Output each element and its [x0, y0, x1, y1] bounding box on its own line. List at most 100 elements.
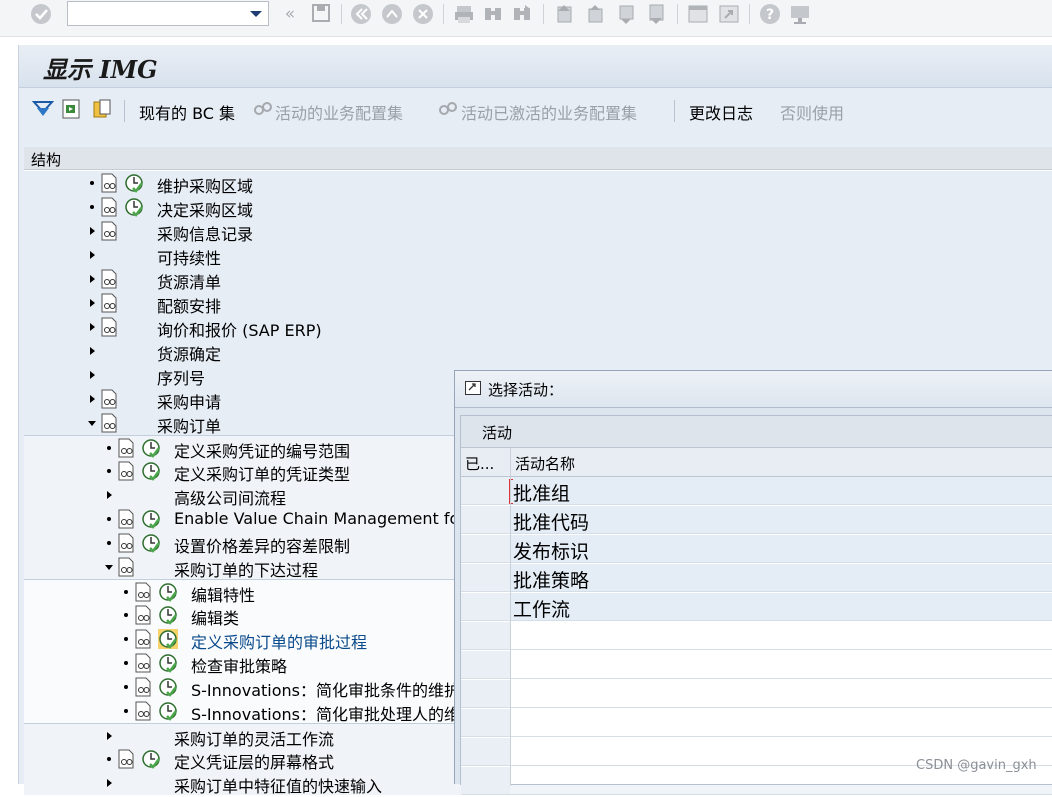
execute-activity-icon[interactable] [158, 582, 178, 602]
execute-activity-icon[interactable] [158, 605, 178, 625]
execute-activity-icon[interactable] [158, 677, 178, 697]
collapse-node-icon[interactable] [88, 421, 96, 426]
execute-activity-icon[interactable] [141, 509, 161, 529]
documentation-icon[interactable] [101, 173, 117, 193]
tree-node-label[interactable]: 货源确定 [157, 341, 221, 365]
print-icon[interactable] [453, 3, 475, 25]
documentation-icon[interactable] [135, 653, 151, 673]
notes-icon[interactable] [92, 98, 114, 120]
documentation-icon[interactable] [135, 677, 151, 697]
tree-node-label[interactable]: 定义凭证层的屏幕格式 [174, 749, 334, 773]
tree-node-label[interactable]: 采购申请 [157, 389, 221, 413]
documentation-icon[interactable] [118, 509, 134, 529]
expand-node-icon[interactable] [90, 251, 95, 259]
tree-node-label[interactable]: 决定采购区域 [157, 197, 253, 221]
tree-node-label[interactable]: 采购订单 [157, 413, 221, 437]
tree-node-label[interactable]: 定义采购订单的审批过程 [191, 629, 367, 653]
table-row[interactable] [461, 709, 1052, 737]
tree-node-label[interactable]: Enable Value Chain Management for P [174, 509, 481, 528]
current-bc-sets-button[interactable]: 现有的 BC 集 [139, 100, 235, 124]
expand-node-icon[interactable] [90, 227, 95, 235]
tree-node-label[interactable]: 定义采购订单的凭证类型 [174, 461, 350, 485]
documentation-icon[interactable] [101, 317, 117, 337]
activated-bc-sets-button[interactable]: 活动已激活的业务配置集 [461, 100, 637, 124]
table-row[interactable] [461, 680, 1052, 708]
execute-activity-icon[interactable] [158, 653, 178, 673]
shortcut-icon[interactable] [718, 3, 740, 25]
back-icon[interactable] [350, 3, 372, 25]
execute-activity-icon[interactable] [141, 438, 161, 458]
expand-node-icon[interactable] [107, 779, 112, 787]
expand-subtree-icon[interactable] [31, 98, 55, 120]
table-row[interactable]: 批准代码 [461, 506, 1052, 534]
change-log-button[interactable]: 更改日志 [689, 100, 753, 124]
activity-name-cell[interactable]: 批准策略 [513, 566, 589, 593]
documentation-icon[interactable] [118, 438, 134, 458]
documentation-icon[interactable] [118, 749, 134, 769]
activity-name-cell[interactable]: 发布标识 [513, 537, 589, 564]
tree-node[interactable]: 可持续性 [24, 243, 1052, 268]
execute-activity-icon[interactable] [124, 197, 144, 217]
find-icon[interactable] [482, 3, 504, 25]
tree-node[interactable]: 配额安排 [24, 291, 1052, 317]
tree-node-label[interactable]: 询价和报价 (SAP ERP) [157, 317, 322, 341]
documentation-icon[interactable] [135, 605, 151, 625]
tree-node-label[interactable]: 采购订单中特征值的快速输入 [174, 773, 382, 797]
tree-node-label[interactable]: 编辑类 [191, 605, 239, 629]
execute-activity-icon[interactable] [124, 173, 144, 193]
documentation-icon[interactable] [101, 413, 117, 433]
done-cell[interactable] [461, 593, 510, 620]
documentation-icon[interactable] [101, 221, 117, 241]
tree-node-label[interactable]: 货源清单 [157, 269, 221, 293]
expand-node-icon[interactable] [90, 371, 95, 379]
tree-node-label[interactable]: 序列号 [157, 365, 205, 389]
tree-node[interactable]: 维护采购区域 [24, 171, 1052, 196]
column-header-done[interactable]: 已... [465, 453, 494, 474]
tree-node[interactable]: 货源确定 [24, 339, 1052, 365]
execute-activity-icon[interactable] [158, 701, 178, 721]
command-field[interactable] [67, 1, 269, 26]
expand-node-icon[interactable] [90, 323, 95, 331]
expand-node-icon[interactable] [90, 299, 95, 307]
help-icon[interactable]: ? [759, 3, 781, 25]
table-row[interactable]: 批准策略 [461, 564, 1052, 592]
documentation-icon[interactable] [135, 582, 151, 602]
expand-node-icon[interactable] [107, 491, 112, 499]
activity-name-cell[interactable]: 批准代码 [513, 508, 589, 535]
done-cell[interactable] [461, 477, 510, 504]
prev-page-icon[interactable] [584, 3, 606, 25]
done-cell[interactable] [461, 535, 510, 562]
find-next-icon[interactable] [511, 3, 533, 25]
layout-icon[interactable] [789, 3, 811, 25]
done-cell[interactable] [461, 506, 510, 533]
first-page-icon[interactable] [553, 3, 575, 25]
expand-node-icon[interactable] [107, 732, 112, 740]
check-icon[interactable] [30, 3, 52, 25]
tree-node-label[interactable]: 设置价格差异的容差限制 [174, 533, 350, 557]
documentation-icon[interactable] [135, 701, 151, 721]
expand-node-icon[interactable] [90, 347, 95, 355]
table-row[interactable]: 发布标识 [461, 535, 1052, 563]
save-icon[interactable] [310, 3, 332, 25]
exit-icon[interactable] [381, 3, 403, 25]
done-cell[interactable] [461, 622, 510, 649]
execute-activity-icon[interactable] [141, 461, 161, 481]
activity-name-cell[interactable]: 批准组 [513, 479, 570, 506]
execute-activity-icon[interactable] [141, 749, 161, 769]
expand-node-icon[interactable] [90, 275, 95, 283]
tree-node-label[interactable]: 检查审批策略 [191, 653, 287, 677]
documentation-icon[interactable] [118, 533, 134, 553]
table-row[interactable] [461, 651, 1052, 679]
execute-activity-icon[interactable] [141, 533, 161, 553]
done-cell[interactable] [461, 738, 510, 765]
tree-node[interactable]: 询价和报价 (SAP ERP) [24, 315, 1052, 341]
documentation-icon[interactable] [101, 293, 117, 313]
documentation-icon[interactable] [135, 629, 151, 649]
next-page-icon[interactable] [615, 3, 637, 25]
new-session-icon[interactable] [687, 3, 709, 25]
table-row[interactable]: 批准组 [461, 477, 1052, 505]
back-arrows-icon[interactable]: « [279, 3, 301, 25]
tree-node-label[interactable]: 配额安排 [157, 293, 221, 317]
documentation-icon[interactable] [101, 389, 117, 409]
execute-activity-icon[interactable] [158, 629, 178, 649]
